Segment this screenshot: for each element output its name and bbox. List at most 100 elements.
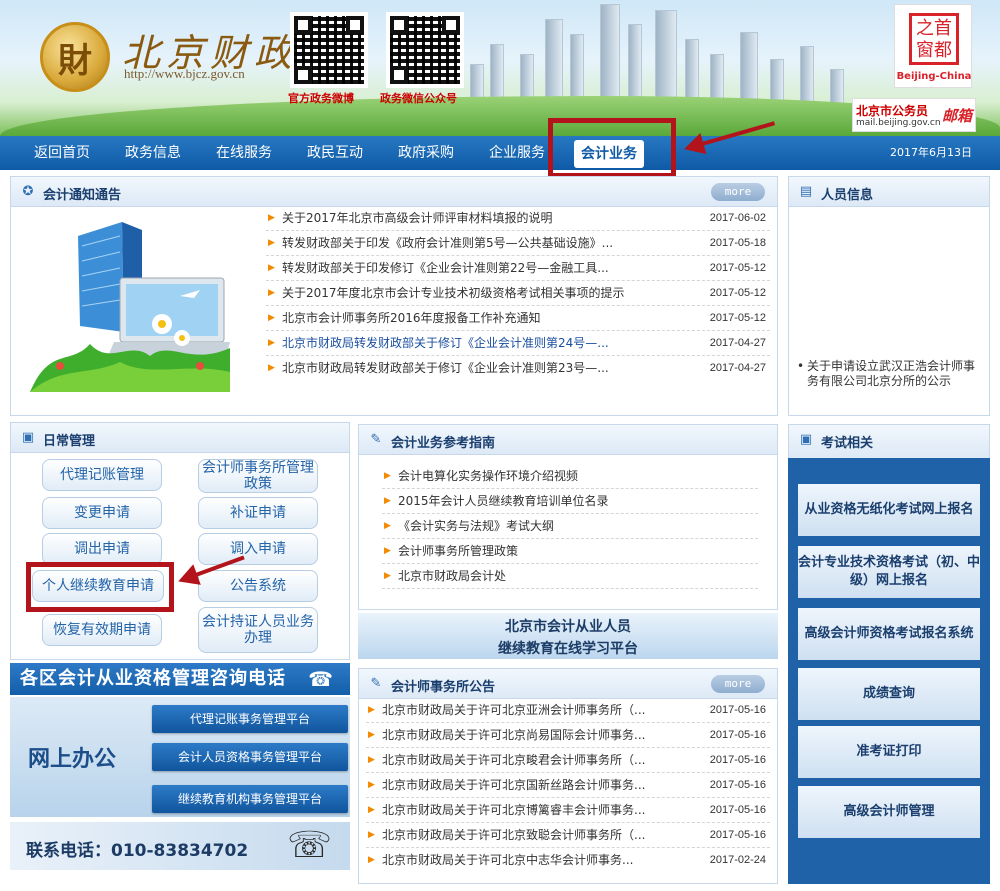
list-item[interactable]: ▶ 北京市财政局关于许可北京致聪会计师事务所（... 2017-05-16 [366, 823, 770, 848]
news-date: 2017-05-16 [709, 704, 766, 716]
firm-more-button[interactable]: more [711, 675, 765, 693]
paperless-exam-registration-button[interactable]: 从业资格无纸化考试网上报名 [798, 484, 980, 536]
agency-accounting-button[interactable]: 代理记账管理 [42, 459, 162, 491]
bullet-icon: ▶ [268, 213, 275, 223]
exam-title: 考试相关 [821, 436, 874, 451]
transfer-out-button[interactable]: 调出申请 [42, 533, 162, 565]
bullet-icon: ▶ [368, 855, 375, 865]
list-item[interactable]: ▶ 北京市财政局关于许可北京亚洲会计师事务所（... 2017-05-16 [366, 698, 770, 723]
list-item[interactable]: ▶ 会计师事务所管理政策 [382, 539, 758, 564]
news-title[interactable]: 转发财政部关于印发修订《企业会计准则第22号—金融工具... [282, 256, 690, 281]
news-title[interactable]: 北京市财政局转发财政部关于修订《企业会计准则第23号—... [282, 356, 690, 381]
guide-list: ▶ 会计电算化实务操作环境介绍视频 ▶ 2015年会计人员继续教育培训单位名录 ▶ 《… [382, 464, 758, 589]
nav-online-service[interactable]: 在线服务 [216, 136, 272, 170]
list-item[interactable]: ▶ 北京市财政局转发财政部关于修订《企业会计准则第24号—... 2017-04-2… [266, 331, 770, 356]
list-item[interactable]: ▶ 2015年会计人员继续教育培训单位名录 [382, 489, 758, 514]
news-title[interactable]: 北京市财政局转发财政部关于修订《企业会计准则第24号—... [282, 331, 690, 356]
bullet-icon: ▶ [268, 263, 275, 273]
senior-accountant-management-button[interactable]: 高级会计师管理 [798, 786, 980, 838]
personnel-panel: ▤ 人员信息 • 关于申请设立武汉正浩会计师事务有限公司北京分所的公示 [788, 176, 990, 416]
list-item[interactable]: ▶ 会计电算化实务操作环境介绍视频 [382, 464, 758, 489]
news-title[interactable]: 关于2017年度北京市会计专业技术初级资格考试相关事项的提示 [282, 281, 690, 306]
list-item[interactable]: ▶ 转发财政部关于印发《政府会计准则第5号—公共基础设施》... 2017-05-1… [266, 231, 770, 256]
weibo-qr-code[interactable] [290, 12, 368, 88]
news-title[interactable]: 北京市财政局关于许可北京国新丝路会计师事务... [382, 773, 690, 798]
exam-links-column: 从业资格无纸化考试网上报名 会计专业技术资格考试（初、中级）网上报名 高级会计师… [788, 458, 990, 884]
guide-title-link[interactable]: 会计电算化实务操作环境介绍视频 [398, 464, 758, 489]
exam-panel-header: ▣ 考试相关 [789, 425, 989, 458]
online-office-label: 网上办公 [28, 747, 117, 772]
list-item[interactable]: ▶ 北京市财政局转发财政部关于修订《企业会计准则第23号—... 2017-04-2… [266, 356, 770, 381]
bullet-icon: ▶ [384, 546, 391, 556]
bullet-icon: ▶ [368, 730, 375, 740]
news-title[interactable]: 北京市财政局关于许可北京亚洲会计师事务所（... [382, 698, 690, 723]
beijing-capital-badge[interactable]: 之首 窗都 Beijing-China [894, 4, 972, 88]
junior-mid-exam-registration-button[interactable]: 会计专业技术资格考试（初、中级）网上报名 [798, 546, 980, 598]
bullet-icon: ▶ [268, 238, 275, 248]
guide-title-link[interactable]: 会计师事务所管理政策 [398, 539, 758, 564]
list-item[interactable]: ▶ 北京市财政局关于许可北京中志华会计师事务... 2017-02-24 [366, 848, 770, 873]
list-item[interactable]: ▶ 《会计实务与法规》考试大纲 [382, 514, 758, 539]
online-learning-banner[interactable]: 北京市会计从业人员 继续教育在线学习平台 [358, 613, 778, 659]
news-date: 2017-05-12 [709, 262, 766, 274]
nav-home[interactable]: 返回首页 [34, 136, 90, 170]
admission-ticket-print-button[interactable]: 准考证打印 [798, 726, 980, 778]
announcement-system-button[interactable]: 公告系统 [198, 570, 318, 602]
news-title[interactable]: 北京市财政局关于许可北京博篱睿丰会计师事务... [382, 798, 690, 823]
qualification-platform-button[interactable]: 会计人员资格事务管理平台 [152, 743, 348, 771]
personnel-item[interactable]: • 关于申请设立武汉正浩会计师事务有限公司北京分所的公示 [797, 359, 983, 389]
nav-enterprise[interactable]: 企业服务 [489, 136, 545, 170]
banner-line-2: 继续教育在线学习平台 [498, 641, 638, 657]
nav-date: 2017年6月13日 [890, 146, 972, 159]
agency-platform-button[interactable]: 代理记账事务管理平台 [152, 705, 348, 733]
list-item[interactable]: ▶ 北京市财政局关于许可北京畯君会计师事务所（... 2017-05-16 [366, 748, 770, 773]
score-query-button[interactable]: 成绩查询 [798, 668, 980, 720]
guide-title-link[interactable]: 北京市财政局会计处 [398, 564, 758, 589]
list-item[interactable]: ▶ 北京市财政局关于许可北京博篱睿丰会计师事务... 2017-05-16 [366, 798, 770, 823]
qr-corner [294, 66, 312, 84]
news-title[interactable]: 北京市会计师事务所2016年度报备工作补充通知 [282, 306, 690, 331]
news-title[interactable]: 北京市财政局关于许可北京尚易国际会计师事务... [382, 723, 690, 748]
guide-title-link[interactable]: 2015年会计人员继续教育培训单位名录 [398, 489, 758, 514]
list-item[interactable]: ▶ 转发财政部关于印发修订《企业会计准则第22号—金融工具... 2017-05-1… [266, 256, 770, 281]
list-item[interactable]: ▶ 北京市财政局关于许可北京国新丝路会计师事务... 2017-05-16 [366, 773, 770, 798]
change-request-button[interactable]: 变更申请 [42, 497, 162, 529]
news-title[interactable]: 关于2017年北京市高级会计师评审材料填报的说明 [282, 206, 690, 231]
personnel-item-text[interactable]: 关于申请设立武汉正浩会计师事务有限公司北京分所的公示 [807, 359, 975, 388]
finance-logo[interactable]: 財 [40, 22, 110, 92]
list-item[interactable]: ▶ 北京市财政局关于许可北京尚易国际会计师事务... 2017-05-16 [366, 723, 770, 748]
bullet-icon: ▶ [268, 338, 275, 348]
nav-interaction[interactable]: 政民互动 [307, 136, 363, 170]
firm-policy-button[interactable]: 会计师事务所管理政策 [198, 459, 318, 493]
guide-title: 会计业务参考指南 [391, 436, 496, 451]
guide-title-link[interactable]: 《会计实务与法规》考试大纲 [398, 514, 758, 539]
senior-exam-registration-button[interactable]: 高级会计师资格考试报名系统 [798, 608, 980, 660]
civil-servant-mail-link[interactable]: 北京市公务员 mail.beijing.gov.cn 邮箱 [852, 98, 976, 132]
list-item[interactable]: ▶ 北京市财政局会计处 [382, 564, 758, 589]
list-item[interactable]: ▶ 北京市会计师事务所2016年度报备工作补充通知 2017-05-12 [266, 306, 770, 331]
edu-institution-platform-button[interactable]: 继续教育机构事务管理平台 [152, 785, 348, 813]
news-title[interactable]: 北京市财政局关于许可北京中志华会计师事务... [382, 848, 690, 873]
monitor-icon: ▣ [799, 432, 813, 447]
restore-validity-button[interactable]: 恢复有效期申请 [42, 614, 162, 646]
news-title[interactable]: 转发财政部关于印发《政府会计准则第5号—公共基础设施》... [282, 231, 690, 256]
list-item[interactable]: ▶ 关于2017年度北京市会计专业技术初级资格考试相关事项的提示 2017-05-1… [266, 281, 770, 306]
firm-panel-header: ✎ 会计师事务所公告 more [359, 669, 777, 699]
news-title[interactable]: 北京市财政局关于许可北京致聪会计师事务所（... [382, 823, 690, 848]
nav-procurement[interactable]: 政府采购 [398, 136, 454, 170]
list-item[interactable]: ▶ 关于2017年北京市高级会计师评审材料填报的说明 2017-06-02 [266, 206, 770, 231]
bullet-icon: ▶ [268, 288, 275, 298]
certified-staff-button[interactable]: 会计持证人员业务办理 [198, 607, 318, 653]
news-date: 2017-05-16 [709, 829, 766, 841]
banner-line-1: 北京市会计从业人员 [505, 619, 631, 635]
transfer-in-button[interactable]: 调入申请 [198, 533, 318, 565]
nav-gov-info[interactable]: 政务信息 [125, 136, 181, 170]
district-phone-banner[interactable]: 各区会计从业资格管理咨询电话 ☎ [10, 663, 350, 695]
capital-label: Beijing-China [896, 71, 972, 82]
news-title[interactable]: 北京市财政局关于许可北京畯君会计师事务所（... [382, 748, 690, 773]
reissue-request-button[interactable]: 补证申请 [198, 497, 318, 529]
bullet-icon: ▶ [368, 780, 375, 790]
notice-more-button[interactable]: more [711, 183, 765, 201]
wechat-qr-code[interactable] [386, 12, 464, 88]
bullet-icon: ▶ [268, 313, 275, 323]
